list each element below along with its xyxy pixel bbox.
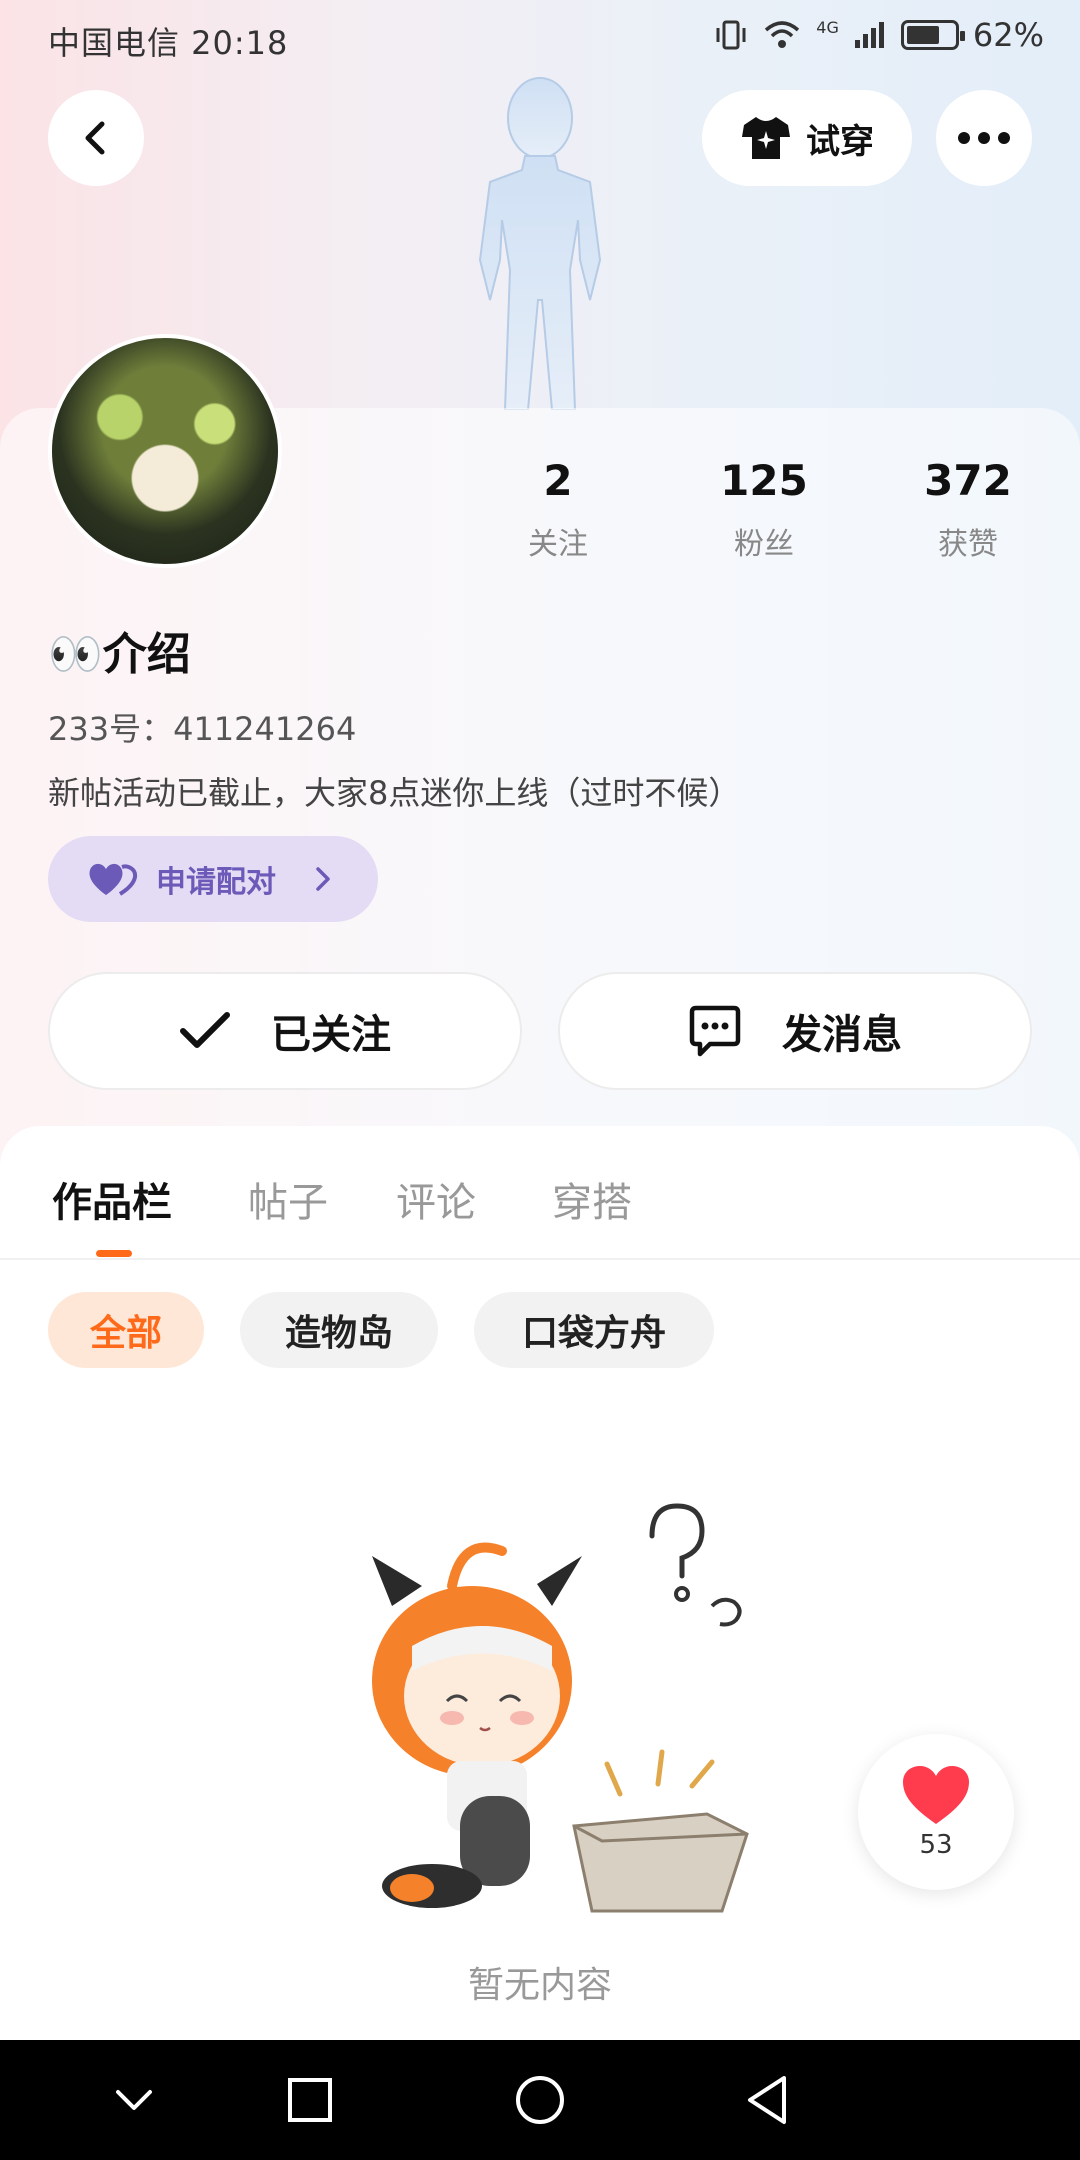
fans-count: 125 bbox=[720, 456, 808, 505]
active-tab-indicator bbox=[96, 1250, 132, 1257]
status-bar: 中国电信 20:18 4G 62% bbox=[0, 0, 1080, 72]
filter-chip-creation-island[interactable]: 造物岛 bbox=[240, 1292, 438, 1368]
following-label: 关注 bbox=[528, 527, 588, 562]
nickname: 👀介绍 bbox=[48, 629, 191, 680]
tab-works[interactable]: 作品栏 bbox=[52, 1170, 172, 1228]
like-count: 53 bbox=[919, 1830, 953, 1860]
recent-apps-icon[interactable] bbox=[280, 2070, 340, 2130]
apply-pairing-label: 申请配对 bbox=[156, 865, 276, 900]
battery-icon bbox=[900, 20, 965, 50]
chevron-down-icon[interactable] bbox=[104, 2070, 164, 2130]
floating-like-button[interactable]: 53 bbox=[858, 1734, 1014, 1890]
double-heart-icon bbox=[89, 863, 138, 896]
carrier-time: 中国电信 20:18 bbox=[48, 24, 289, 62]
stat-following[interactable]: 2 关注 bbox=[478, 456, 638, 563]
battery-level: 62% bbox=[972, 16, 1044, 54]
followed-button[interactable]: 已关注 bbox=[48, 972, 522, 1090]
stat-likes[interactable]: 372 获赞 bbox=[888, 456, 1048, 563]
content-tabs: 作品栏 帖子 评论 穿搭 bbox=[0, 1126, 1080, 1260]
fans-label: 粉丝 bbox=[734, 527, 794, 562]
more-button[interactable] bbox=[936, 90, 1032, 186]
filter-chip-pocket-ark[interactable]: 口袋方舟 bbox=[474, 1292, 714, 1368]
signal-icon bbox=[854, 22, 884, 48]
heart-icon bbox=[903, 1766, 969, 1824]
try-on-button[interactable]: 试穿 bbox=[702, 90, 912, 186]
filter-chips: 全部 造物岛 口袋方舟 bbox=[0, 1292, 1080, 1368]
send-message-button[interactable]: 发消息 bbox=[558, 972, 1032, 1090]
back-button[interactable] bbox=[48, 90, 144, 186]
following-count: 2 bbox=[543, 456, 573, 505]
likes-label: 获赞 bbox=[938, 527, 998, 562]
chat-bubble-icon bbox=[689, 1005, 741, 1057]
filter-chip-all[interactable]: 全部 bbox=[48, 1292, 204, 1368]
vibrate-icon bbox=[716, 20, 746, 50]
empty-state-text: 暂无内容 bbox=[467, 1965, 612, 2006]
tshirt-icon bbox=[742, 117, 790, 159]
avatar[interactable] bbox=[48, 334, 282, 568]
tab-comments[interactable]: 评论 bbox=[396, 1170, 476, 1228]
empty-state-illustration bbox=[372, 1503, 749, 1913]
home-icon[interactable] bbox=[510, 2070, 570, 2130]
apply-pairing-button[interactable]: 申请配对 bbox=[48, 836, 378, 922]
followed-label: 已关注 bbox=[271, 1012, 391, 1058]
chevron-left-icon bbox=[85, 121, 105, 155]
back-triangle-icon[interactable] bbox=[738, 2070, 798, 2130]
wifi-icon bbox=[765, 21, 800, 48]
stat-fans[interactable]: 125 粉丝 bbox=[684, 456, 844, 563]
send-message-label: 发消息 bbox=[782, 1012, 902, 1058]
checkmark-icon bbox=[180, 1012, 230, 1048]
tab-outfits[interactable]: 穿搭 bbox=[552, 1170, 632, 1228]
avatar-figure-image bbox=[478, 77, 602, 410]
user-id: 233号：411241264 bbox=[48, 710, 357, 748]
more-dots-icon bbox=[958, 132, 1010, 144]
likes-count: 372 bbox=[924, 456, 1012, 505]
network-type: 4G bbox=[816, 18, 839, 37]
content-panel: 作品栏 帖子 评论 穿搭 全部 造物岛 口袋方舟 暂无内容 bbox=[0, 1126, 1080, 2040]
chevron-right-icon bbox=[316, 867, 330, 891]
status-icons: 4G 62% bbox=[714, 16, 1044, 54]
tab-posts[interactable]: 帖子 bbox=[248, 1170, 328, 1228]
system-nav-bar bbox=[0, 2040, 1080, 2160]
try-on-label: 试穿 bbox=[806, 121, 874, 162]
bio: 新帖活动已截止，大家8点迷你上线（过时不候） bbox=[48, 774, 741, 812]
